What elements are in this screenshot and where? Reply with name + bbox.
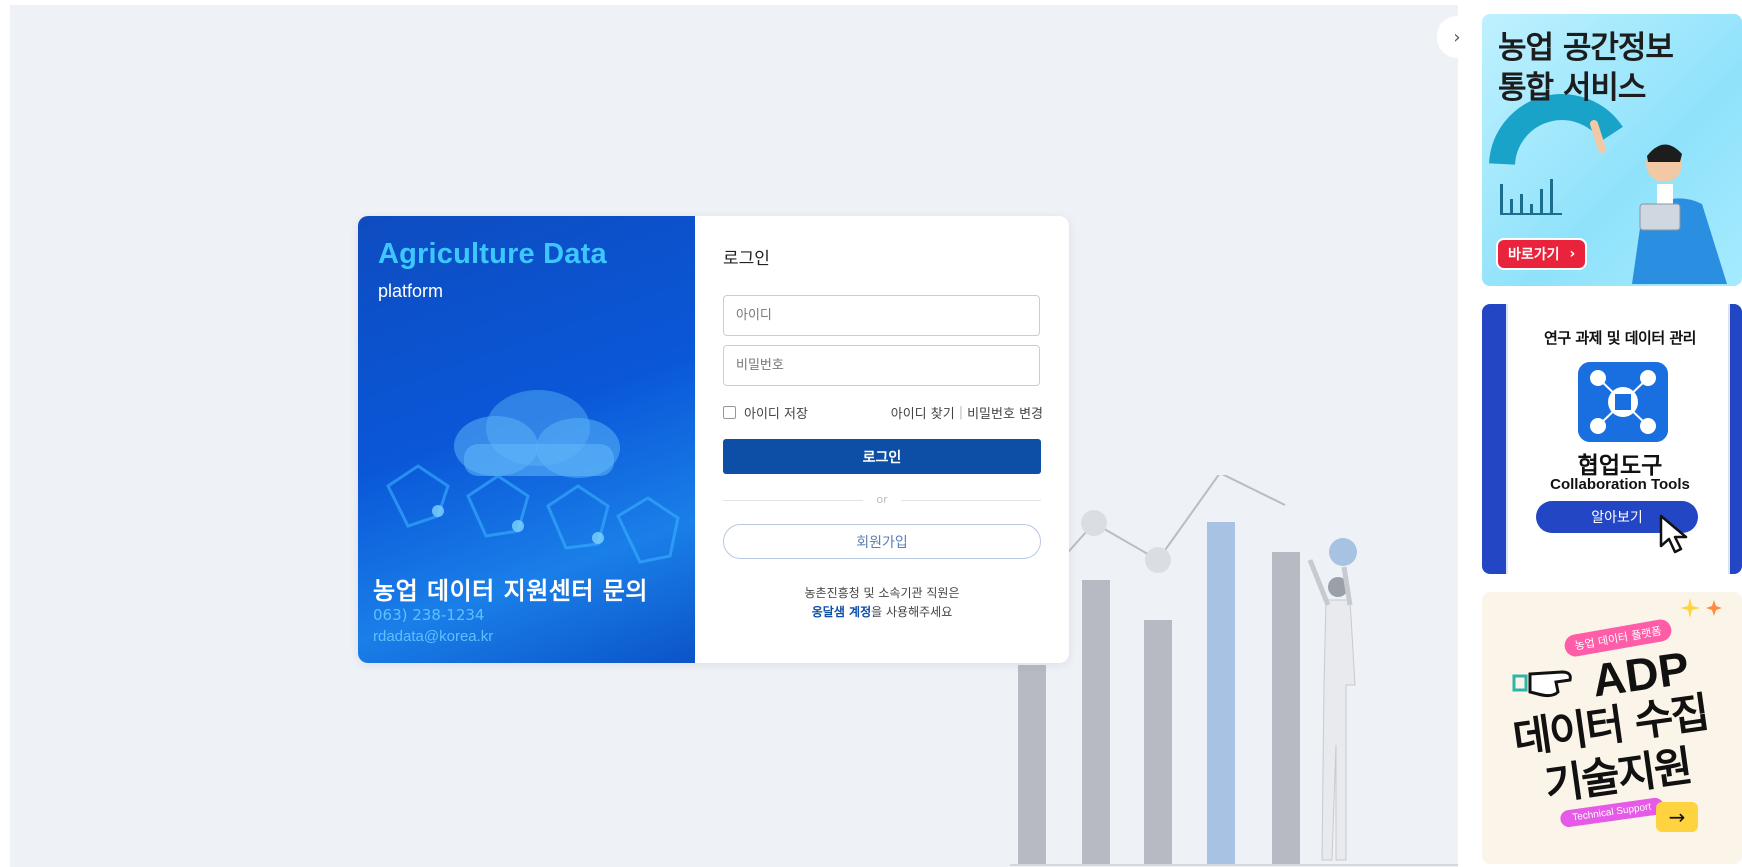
brand-subtitle: platform bbox=[378, 281, 444, 301]
password-input[interactable] bbox=[723, 345, 1040, 386]
illustration-person-arm bbox=[1341, 566, 1353, 606]
notice-line-2: 옹달샘 계정을 사용해주세요 bbox=[695, 603, 1069, 622]
brand-title: Agriculture Data bbox=[378, 238, 607, 270]
cursor-icon bbox=[1659, 514, 1688, 554]
contact-email: rdadata@korea.kr bbox=[373, 628, 494, 645]
notice-line-2-rest: 을 사용해주세요 bbox=[871, 605, 953, 619]
account-links: 아이디 찾기 | 비밀번호 변경 bbox=[891, 403, 1043, 422]
banner-2-title: 연구 과제 및 데이터 관리 bbox=[1544, 329, 1696, 347]
divider-line bbox=[901, 500, 1041, 501]
remember-id-checkbox[interactable] bbox=[723, 406, 736, 419]
cloud-data-illustration bbox=[386, 390, 680, 564]
illustration-bar bbox=[1082, 580, 1110, 865]
illustration-person-arm bbox=[1307, 559, 1331, 606]
illustration-dot bbox=[1145, 547, 1171, 573]
contact-title: 농업 데이터 지원센터 문의 bbox=[373, 577, 648, 605]
illustration-bar bbox=[1144, 620, 1172, 865]
chart-illustration bbox=[1010, 475, 1458, 866]
remember-id-label: 아이디 저장 bbox=[744, 407, 808, 422]
brand-panel: Agriculture Data platform 농업 데이터 지원센터 문의… bbox=[358, 216, 695, 663]
chevron-right-icon[interactable]: › bbox=[1437, 16, 1477, 58]
collaboration-icon bbox=[1578, 362, 1668, 442]
chevron-right-icon: › bbox=[1569, 246, 1576, 262]
remember-id[interactable]: 아이디 저장 bbox=[723, 403, 808, 422]
change-password-link[interactable]: 비밀번호 변경 bbox=[967, 403, 1043, 422]
login-button[interactable]: 로그인 bbox=[723, 439, 1041, 474]
find-id-link[interactable]: 아이디 찾기 bbox=[891, 403, 955, 422]
login-heading: 로그인 bbox=[723, 249, 770, 269]
or-divider: or bbox=[723, 493, 1041, 507]
banner-2-card: 연구 과제 및 데이터 관리 협업도구 Collaboration Tools … bbox=[1506, 304, 1730, 574]
signup-button[interactable]: 회원가입 bbox=[723, 524, 1041, 559]
illustration-dot bbox=[1329, 538, 1357, 566]
illustration-dot bbox=[1081, 510, 1107, 536]
illustration-bar bbox=[1018, 665, 1046, 865]
login-card: Agriculture Data platform 농업 데이터 지원센터 문의… bbox=[358, 216, 1069, 663]
banner-2-name: 협업도구 bbox=[1577, 453, 1663, 479]
id-input[interactable] bbox=[723, 295, 1040, 336]
banner-adp-support[interactable]: 농업 데이터 플랫폼 ADP 데이터 수집 기술지원 Technical Sup… bbox=[1482, 592, 1742, 864]
banner-spatial-service[interactable]: 농업 공간정보 통합 서비스 바로가기 › bbox=[1482, 14, 1742, 286]
notice-line-1: 농촌진흥청 및 소속기관 직원은 bbox=[804, 586, 960, 600]
sparkle-icon bbox=[1680, 598, 1722, 618]
notice-highlight: 옹달샘 계정 bbox=[811, 605, 872, 619]
login-form-panel: 로그인 아이디 저장 아이디 찾기 | 비밀번호 변경 로그인 or 회원가입 … bbox=[695, 216, 1069, 663]
banner-1-go-button[interactable]: 바로가기 › bbox=[1496, 238, 1588, 270]
link-separator: | bbox=[958, 405, 964, 420]
banner-2-name-en: Collaboration Tools bbox=[1550, 476, 1690, 493]
banner-1-title-line-2: 통합 서비스 bbox=[1498, 70, 1646, 106]
arrow-right-icon[interactable]: → bbox=[1656, 802, 1698, 832]
side-toggle-glyph: › bbox=[1453, 26, 1461, 48]
staff-notice: 농촌진흥청 및 소속기관 직원은 옹달샘 계정을 사용해주세요 bbox=[695, 584, 1069, 622]
contact-phone: 063) 238-1234 bbox=[373, 606, 485, 624]
banner-1-go-label: 바로가기 bbox=[1508, 247, 1560, 263]
illustration-person-body bbox=[1321, 599, 1356, 861]
illustration-bar bbox=[1272, 552, 1300, 865]
banner-collaboration-tools[interactable]: 연구 과제 및 데이터 관리 협업도구 Collaboration Tools … bbox=[1482, 304, 1742, 574]
illustration-bar bbox=[1207, 522, 1235, 865]
banner-1-title: 농업 공간정보 통합 서비스 bbox=[1498, 28, 1674, 108]
banner-1-title-line-1: 농업 공간정보 bbox=[1498, 30, 1674, 66]
